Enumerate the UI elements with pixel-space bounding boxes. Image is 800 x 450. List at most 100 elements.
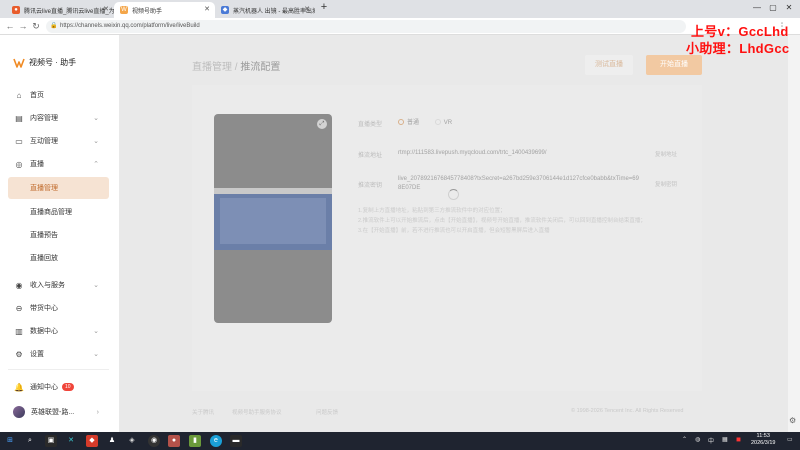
tab-title: 视频号助手 [132, 8, 163, 15]
radio-vr[interactable]: VR [434, 119, 453, 126]
gear-icon[interactable]: ⚙ [789, 416, 796, 425]
tab-steam-robot[interactable]: ◆ 蒸汽机器人 出镜 - 最高胜率出城 ✕ [215, 2, 315, 18]
radio-vr-label: VR [443, 120, 453, 126]
back-icon[interactable]: ← [4, 21, 16, 31]
sidebar-item-interaction[interactable]: ▭ 互动管理 ⌄ [8, 130, 109, 152]
page: 视频号 · 助手 ⌂ 首页 ▤ 内容管理 ⌄ ▭ 互动管理 ⌄ ◎ 直播 ⌃ 直… [0, 35, 800, 432]
radio-normal-label: 普通 [407, 120, 420, 126]
chevron-up-icon: ⌃ [93, 161, 99, 168]
lock-icon: 🔒 [50, 23, 58, 29]
data-icon: ▥ [15, 326, 23, 336]
live-type-label: 直播类型 [358, 122, 383, 128]
sidebar-item-shop[interactable]: ⊖ 带货中心 [8, 297, 109, 319]
sidebar-item-label: 直播 [30, 161, 44, 168]
chevron-down-icon: ⌄ [93, 328, 99, 335]
windows-start-icon[interactable]: ⊞ [4, 435, 16, 447]
sidebar-item-notice[interactable]: 🔔 通知中心 10 [8, 376, 109, 398]
loading-spinner-icon [448, 189, 459, 200]
test-live-button[interactable]: 测试直播 [585, 55, 633, 75]
app-icon-1[interactable]: ✕ [65, 435, 77, 447]
network-icon[interactable]: ▦ [722, 436, 728, 443]
taskbar: ⊞ ⌕ ▣ ✕ ◆ ♟ ◈ ◉ ● ▮ e ▬ ⌃ ◍ 中 ▦ ◼ 11:53 … [0, 432, 800, 450]
app-icon-3[interactable]: ◈ [126, 435, 138, 447]
sidebar-sub-live-replay[interactable]: 直播回放 [8, 247, 109, 269]
sidebar-item-label: 收入与服务 [30, 282, 65, 289]
tab-favicon-icon: ◆ [221, 6, 229, 14]
sidebar-sub-live-preview[interactable]: 直播预告 [8, 224, 109, 246]
live-icon: ◎ [15, 159, 23, 169]
reload-icon[interactable]: ↻ [30, 21, 42, 32]
tray-app-icon[interactable]: ◍ [695, 436, 700, 443]
close-tab-icon[interactable]: ✕ [304, 5, 310, 13]
chevron-down-icon: ⌄ [93, 138, 99, 145]
clock-date: 2026/3/19 [751, 440, 776, 446]
clock-time: 11:53 [756, 433, 770, 439]
live-preview: ⤢ [214, 114, 332, 323]
sidebar-item-label: 通知中心 [30, 384, 58, 391]
sidebar-sub-live-goods[interactable]: 直播商品管理 [8, 201, 109, 223]
browser-icon[interactable]: ● [168, 435, 180, 447]
sidebar-item-home[interactable]: ⌂ 首页 [8, 84, 109, 106]
interaction-icon: ▭ [15, 136, 23, 146]
tab-title: 蒸汽机器人 出镜 - 最高胜率出城 [233, 8, 315, 15]
notice-count-badge: 10 [62, 383, 74, 391]
url-text: https://channels.weixin.qq.com/platform/… [60, 23, 200, 29]
tab-channels-assistant[interactable]: W 视频号助手 ✕ [114, 2, 215, 18]
footer-copyright: © 1998-2026 Tencent Inc. All Rights Rese… [571, 408, 684, 414]
brand[interactable]: 视频号 · 助手 [13, 57, 76, 68]
sidebar-item-live[interactable]: ◎ 直播 ⌃ [8, 153, 109, 175]
obs-icon[interactable]: ◉ [148, 435, 160, 447]
footer-agreement-link[interactable]: 视频号助手服务协议 [232, 408, 282, 416]
footer-about-link[interactable]: 关于腾讯 [192, 408, 214, 416]
page-title: 推流配置 [240, 62, 281, 73]
shop-icon: ⊖ [15, 303, 23, 313]
close-tab-icon[interactable]: ✕ [103, 5, 109, 13]
edge-icon[interactable]: e [210, 435, 222, 447]
sidebar-item-content[interactable]: ▤ 内容管理 ⌄ [8, 107, 109, 129]
close-window-icon[interactable]: ✕ [782, 3, 796, 12]
qq-icon[interactable]: ♟ [106, 435, 118, 447]
app-icon-2[interactable]: ◆ [86, 435, 98, 447]
channels-logo-icon [13, 58, 25, 68]
sidebar-item-settings[interactable]: ⚙ 设置 ⌄ [8, 343, 109, 365]
clock[interactable]: 11:53 2026/3/19 [751, 433, 775, 447]
url-field[interactable]: 🔒 https://channels.weixin.qq.com/platfor… [46, 20, 686, 33]
minimize-icon[interactable]: — [750, 3, 764, 12]
close-tab-icon[interactable]: ✕ [204, 5, 210, 13]
sidebar-user[interactable]: 英雄联盟-路... › [8, 401, 109, 423]
ime-indicator[interactable]: 中 [708, 436, 714, 445]
fullscreen-icon[interactable]: ⤢ [317, 119, 327, 129]
footer-feedback-link[interactable]: 问题反馈 [316, 408, 338, 416]
taskview-icon[interactable]: ▣ [45, 435, 57, 447]
push-server-value: rtmp://111583.livepush.myqcloud.com/trtc… [398, 150, 547, 156]
forward-icon[interactable]: → [17, 21, 29, 31]
scrollbar[interactable]: ⚙ [788, 35, 800, 432]
push-key-label: 推流密钥 [358, 183, 383, 189]
sidebar-item-label: 数据中心 [30, 328, 58, 335]
radio-normal[interactable]: 普通 [398, 119, 420, 126]
sidebar-item-label: 带货中心 [30, 305, 58, 312]
sidebar: 视频号 · 助手 ⌂ 首页 ▤ 内容管理 ⌄ ▭ 互动管理 ⌄ ◎ 直播 ⌃ 直… [0, 35, 119, 432]
notification-icon[interactable]: ▭ [787, 436, 793, 443]
sidebar-item-income[interactable]: ◉ 收入与服务 ⌄ [8, 274, 109, 296]
breadcrumb-parent[interactable]: 直播管理 [192, 62, 232, 73]
sidebar-item-label: 互动管理 [30, 138, 58, 145]
copy-key-button[interactable]: 复制密钥 [655, 180, 677, 188]
maximize-icon[interactable]: ▢ [766, 3, 780, 12]
search-icon[interactable]: ⌕ [24, 435, 36, 447]
push-key-value: live_2078921676845778408?txSecret=a267bd… [398, 176, 639, 191]
copy-server-button[interactable]: 复制地址 [655, 150, 677, 158]
tray-chevron-icon[interactable]: ⌃ [682, 436, 687, 443]
sidebar-item-data[interactable]: ▥ 数据中心 ⌄ [8, 320, 109, 342]
start-live-button[interactable]: 开始直播 [646, 55, 702, 75]
radio-icon [398, 119, 404, 126]
tray-red-icon[interactable]: ◼ [736, 436, 741, 443]
app-icon-5[interactable]: ▬ [230, 435, 242, 447]
new-tab-button[interactable]: + [317, 1, 331, 13]
tab-favicon-icon: ● [12, 6, 20, 14]
sidebar-sub-live-manage[interactable]: 直播管理 [8, 177, 109, 199]
app-icon-4[interactable]: ▮ [189, 435, 201, 447]
tab-tencent-cloud[interactable]: ● 腾讯云live直播_腾讯云live直播_为 ✕ [6, 2, 114, 18]
sidebar-item-label: 内容管理 [30, 115, 58, 122]
browser-tab-strip: ● 腾讯云live直播_腾讯云live直播_为 ✕ W 视频号助手 ✕ ◆ 蒸汽… [0, 0, 800, 18]
